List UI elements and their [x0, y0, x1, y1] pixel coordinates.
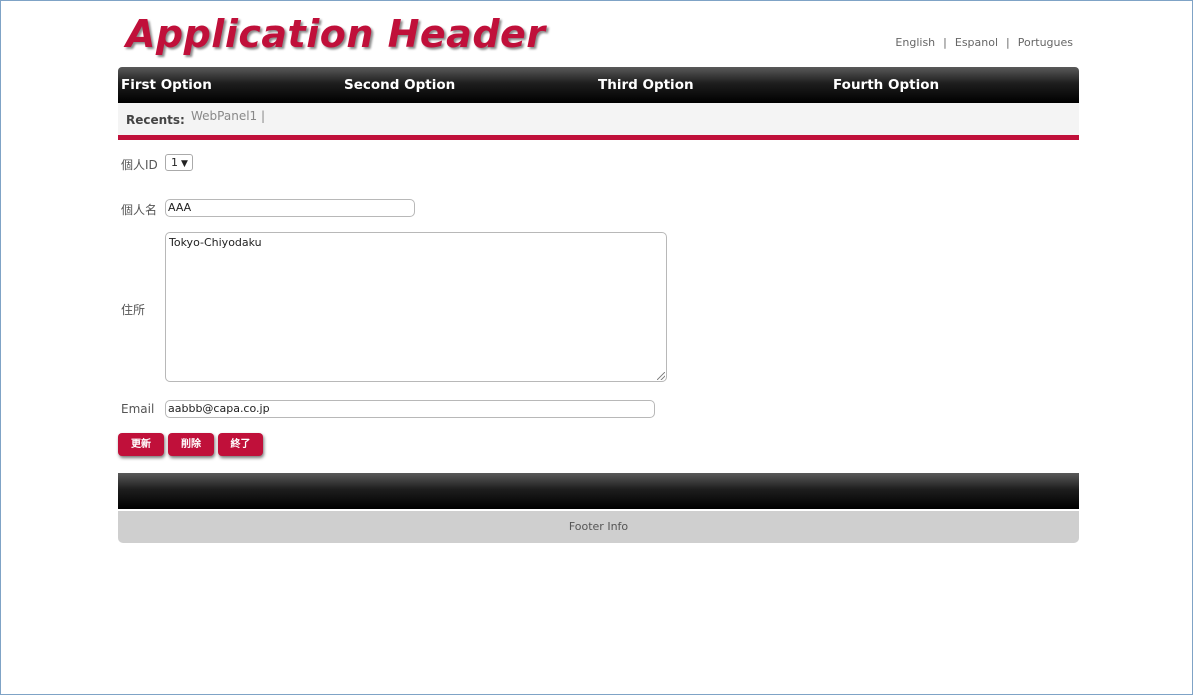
- menu-item-second-option[interactable]: Second Option: [344, 77, 455, 93]
- recents-label: Recents:: [126, 113, 185, 127]
- main-menu-bar: First Option Second Option Third Option …: [118, 67, 1079, 103]
- chevron-down-icon: ▼: [181, 159, 188, 169]
- language-switcher: English | Espanol | Portugues: [895, 36, 1073, 49]
- menu-item-fourth-option[interactable]: Fourth Option: [833, 77, 939, 93]
- exit-button[interactable]: 終了: [218, 433, 263, 456]
- accent-divider: [118, 135, 1079, 140]
- address-text: Tokyo-Chiyodaku: [169, 236, 262, 249]
- footer-info: Footer Info: [118, 511, 1079, 543]
- language-english-link[interactable]: English: [895, 36, 935, 49]
- address-label: 住所: [121, 303, 146, 317]
- email-input[interactable]: aabbb@capa.co.jp: [165, 400, 655, 418]
- recents-separator: |: [261, 109, 266, 123]
- language-separator: |: [943, 36, 947, 49]
- person-name-label: 個人名: [121, 203, 158, 217]
- browser-frame: Application Header English | Espanol | Portu…: [0, 0, 1193, 695]
- recents-bar: Recents: WebPanel1 |: [118, 103, 1079, 135]
- language-portugues-link[interactable]: Portugues: [1018, 36, 1073, 49]
- resize-grip-icon[interactable]: [657, 372, 665, 380]
- menu-item-first-option[interactable]: First Option: [121, 77, 212, 93]
- person-id-label: 個人ID: [121, 158, 158, 172]
- person-name-input[interactable]: AAA: [165, 199, 415, 217]
- footer-bar: [118, 473, 1079, 509]
- person-id-selected-value: 1: [171, 156, 178, 169]
- language-espanol-link[interactable]: Espanol: [955, 36, 998, 49]
- menu-item-third-option[interactable]: Third Option: [598, 77, 694, 93]
- language-separator: |: [1006, 36, 1010, 49]
- update-button[interactable]: 更新: [118, 433, 164, 456]
- recents-item-webpanel1[interactable]: WebPanel1: [191, 109, 257, 123]
- person-id-select[interactable]: 1 ▼: [165, 154, 193, 171]
- email-label: Email: [121, 402, 155, 416]
- delete-button[interactable]: 削除: [168, 433, 214, 456]
- address-textarea[interactable]: Tokyo-Chiyodaku: [165, 232, 667, 382]
- app-header-title: Application Header: [126, 12, 546, 56]
